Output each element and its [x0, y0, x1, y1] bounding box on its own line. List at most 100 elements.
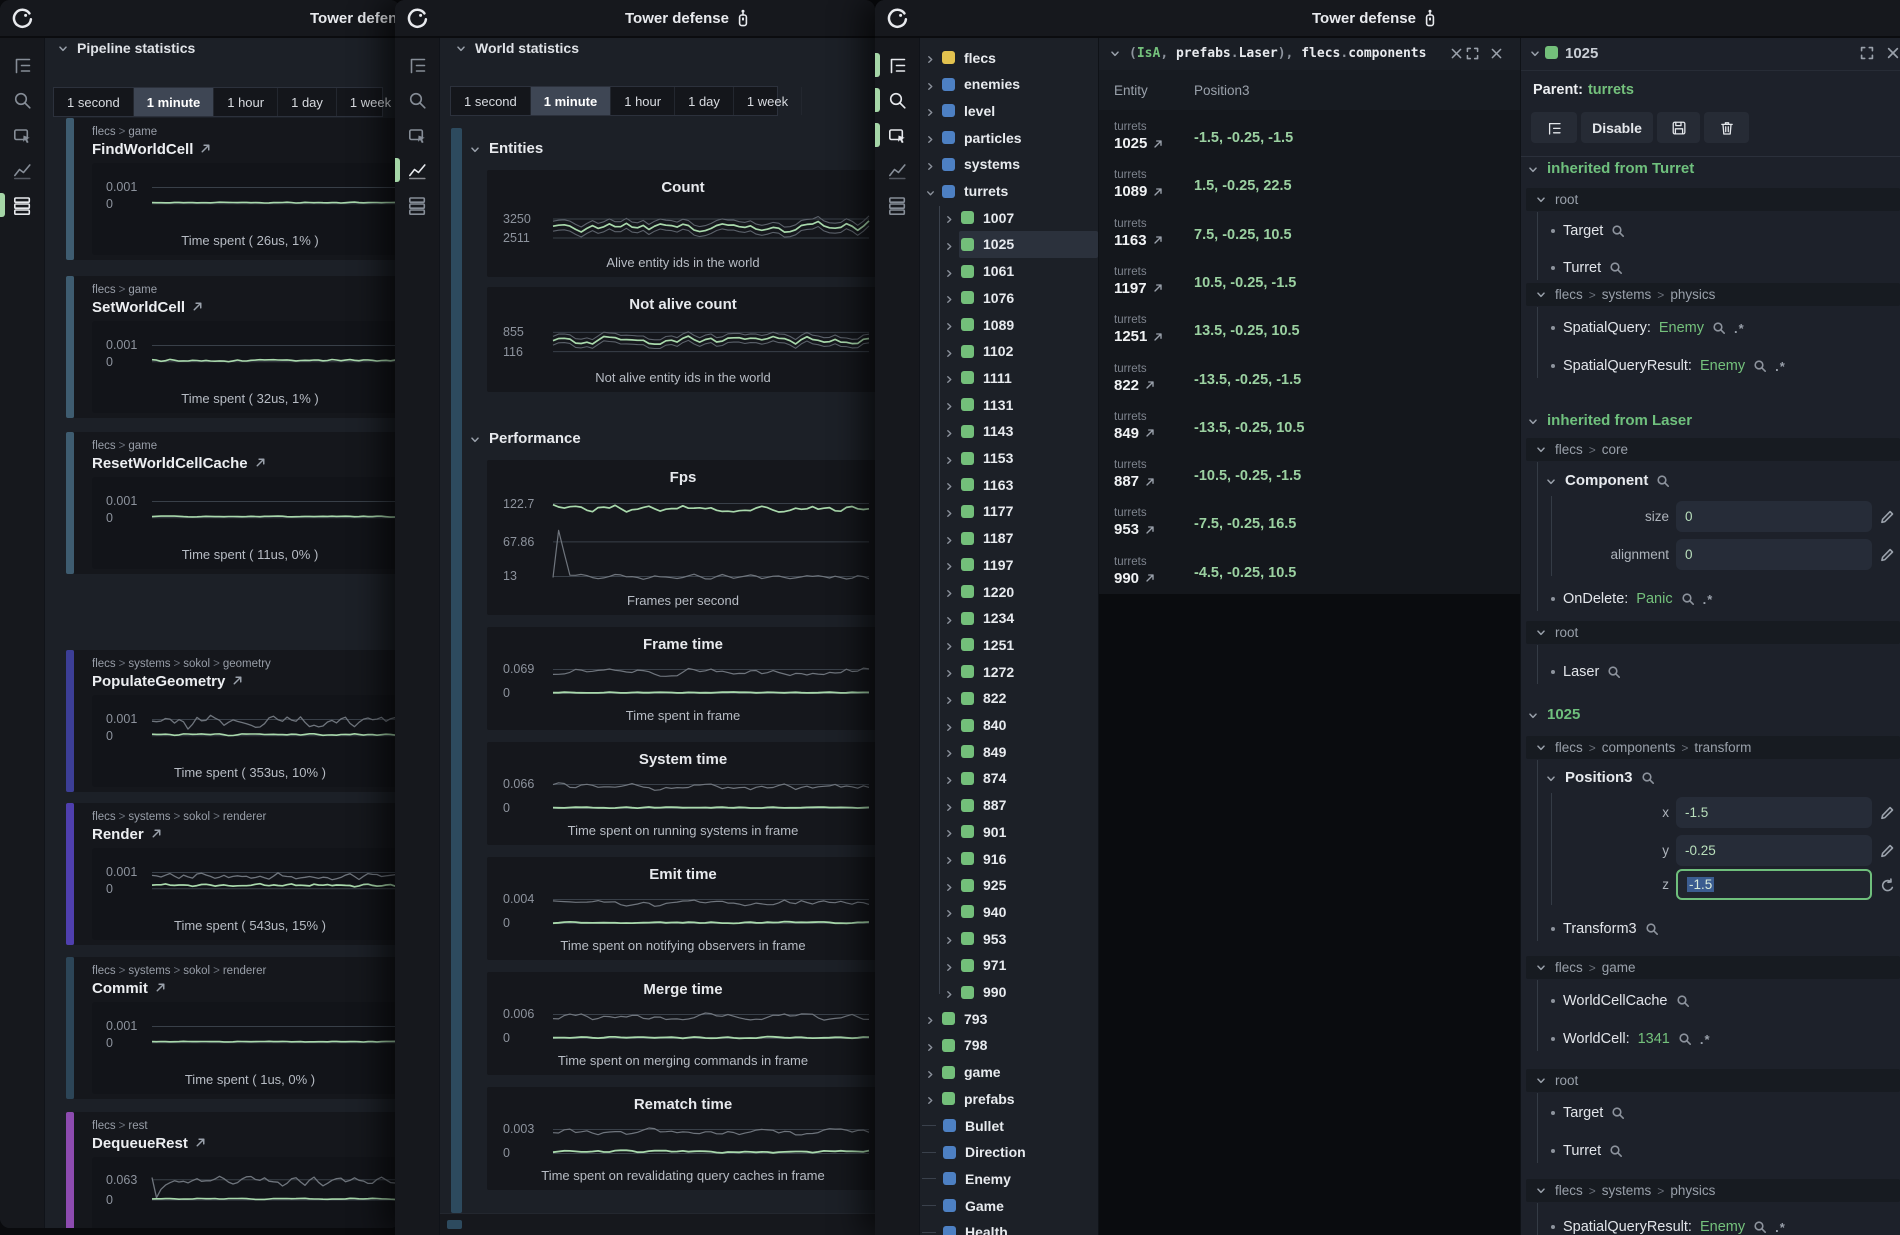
external-link-icon[interactable] — [1144, 379, 1156, 391]
chevron-right-icon[interactable] — [944, 693, 955, 704]
tree-row-Direction[interactable]: Direction — [919, 1139, 1098, 1166]
tree-row-1061[interactable]: 1061 — [919, 258, 1098, 285]
tree-row-887[interactable]: 887 — [919, 792, 1098, 819]
chevron-right-icon[interactable] — [925, 1093, 936, 1104]
external-link-icon[interactable] — [1144, 572, 1156, 584]
tab-1-second[interactable]: 1 second — [54, 88, 134, 116]
delete-button[interactable] — [1704, 112, 1749, 143]
entity-link[interactable]: 1251 — [1114, 328, 1164, 345]
search-icon[interactable] — [887, 90, 907, 110]
search-lookup-icon[interactable] — [1678, 1032, 1692, 1046]
tree-row-925[interactable]: 925 — [919, 872, 1098, 899]
tree-row-1197[interactable]: 1197 — [919, 551, 1098, 578]
tree-row-1025[interactable]: 1025 — [919, 231, 1098, 258]
open-chart-link-icon[interactable] — [154, 981, 167, 997]
tree-row-Bullet[interactable]: Bullet — [919, 1112, 1098, 1139]
edit-pencil-icon[interactable] — [1879, 547, 1894, 562]
tab-1-second[interactable]: 1 second — [451, 87, 531, 115]
component-path-bar[interactable]: flecs>systems>physics — [1526, 1179, 1900, 1202]
chevron-right-icon[interactable] — [925, 1040, 936, 1051]
chevron-right-icon[interactable] — [944, 880, 955, 891]
inspect-icon[interactable] — [407, 125, 427, 145]
external-link-icon[interactable] — [1144, 524, 1156, 536]
fullscreen-icon[interactable] — [1859, 45, 1875, 61]
chart-icon[interactable] — [12, 160, 32, 180]
search-lookup-icon[interactable] — [1753, 359, 1767, 373]
close-icon[interactable] — [1489, 46, 1504, 61]
chevron-right-icon[interactable] — [944, 853, 955, 864]
entity-link[interactable]: 990 — [1114, 570, 1156, 587]
component-target-link[interactable]: Panic — [1636, 591, 1672, 607]
tree-row-1143[interactable]: 1143 — [919, 418, 1098, 445]
inspect-icon[interactable] — [887, 125, 907, 145]
tree-row-1234[interactable]: 1234 — [919, 605, 1098, 632]
inspect-icon[interactable] — [12, 125, 32, 145]
tree-row-990[interactable]: 990 — [919, 979, 1098, 1006]
tree-row-prefabs[interactable]: prefabs — [919, 1085, 1098, 1112]
external-link-icon[interactable] — [1144, 427, 1156, 439]
tree-row-flecs[interactable]: flecs — [919, 44, 1098, 71]
external-link-icon[interactable] — [1152, 186, 1164, 198]
component-path-bar[interactable]: flecs>core — [1526, 438, 1900, 461]
component-path-bar[interactable]: flecs>components>transform — [1526, 736, 1900, 759]
tree-row-793[interactable]: 793 — [919, 1005, 1098, 1032]
tab-1-hour[interactable]: 1 hour — [611, 87, 675, 115]
tree-icon[interactable] — [407, 55, 427, 75]
chevron-right-icon[interactable] — [944, 212, 955, 223]
tree-row-1007[interactable]: 1007 — [919, 204, 1098, 231]
chevron-right-icon[interactable] — [944, 960, 955, 971]
component-path-bar[interactable]: flecs>game — [1526, 956, 1900, 979]
chart-icon[interactable] — [407, 160, 427, 180]
tree-row-1131[interactable]: 1131 — [919, 391, 1098, 418]
component-target-link[interactable]: 1341 — [1638, 1031, 1670, 1047]
query-expression[interactable]: (IsA, prefabs.Laser), flecs.components — [1129, 46, 1426, 61]
open-chart-link-icon[interactable] — [231, 674, 244, 690]
component-path-bar[interactable]: root — [1526, 1069, 1900, 1092]
chevron-right-icon[interactable] — [944, 720, 955, 731]
chevron-right-icon[interactable] — [944, 319, 955, 330]
chevron-right-icon[interactable] — [944, 426, 955, 437]
search-lookup-icon[interactable] — [1609, 261, 1623, 275]
external-link-icon[interactable] — [1152, 138, 1164, 150]
chevron-right-icon[interactable] — [944, 666, 955, 677]
chevron-right-icon[interactable] — [944, 933, 955, 944]
chevron-right-icon[interactable] — [925, 79, 936, 90]
stats-icon[interactable] — [887, 195, 907, 215]
search-lookup-icon[interactable] — [1641, 771, 1655, 785]
chevron-right-icon[interactable] — [925, 132, 936, 143]
search-lookup-icon[interactable] — [1645, 922, 1659, 936]
tree-row-1111[interactable]: 1111 — [919, 364, 1098, 391]
titlebar[interactable]: Tower defense — [0, 0, 400, 38]
chevron-right-icon[interactable] — [944, 613, 955, 624]
chevron-right-icon[interactable] — [944, 826, 955, 837]
search-lookup-icon[interactable] — [1607, 665, 1621, 679]
edit-pencil-icon[interactable] — [1879, 843, 1894, 858]
parent-link[interactable]: turrets — [1588, 82, 1634, 98]
tab-1-minute[interactable]: 1 minute — [134, 88, 214, 116]
chevron-down-icon[interactable] — [1529, 47, 1541, 59]
tree-row-1187[interactable]: 1187 — [919, 525, 1098, 552]
tree-row-level[interactable]: level — [919, 97, 1098, 124]
search-lookup-icon[interactable] — [1609, 1144, 1623, 1158]
component-expandable[interactable]: Position3 — [1545, 769, 1655, 786]
chevron-right-icon[interactable] — [944, 987, 955, 998]
undo-icon[interactable] — [1879, 877, 1894, 892]
tree-row-game[interactable]: game — [919, 1059, 1098, 1086]
component-path-bar[interactable]: flecs>systems>physics — [1526, 283, 1900, 306]
panel-header-pipeline-statistics[interactable]: Pipeline statistics — [57, 40, 195, 56]
chevron-right-icon[interactable] — [944, 639, 955, 650]
stats-icon[interactable] — [12, 195, 32, 215]
tab-1-week[interactable]: 1 week — [337, 88, 400, 116]
field-input-size[interactable]: 0 — [1676, 501, 1872, 532]
chevron-right-icon[interactable] — [944, 292, 955, 303]
chevron-right-icon[interactable] — [944, 479, 955, 490]
search-lookup-icon[interactable] — [1712, 321, 1726, 335]
save-button[interactable] — [1657, 112, 1700, 143]
chevron-right-icon[interactable] — [925, 159, 936, 170]
chevron-right-icon[interactable] — [925, 1067, 936, 1078]
chevron-right-icon[interactable] — [944, 559, 955, 570]
fullscreen-icon[interactable] — [1465, 46, 1480, 61]
tree-row-798[interactable]: 798 — [919, 1032, 1098, 1059]
tree-row-turrets[interactable]: turrets — [919, 178, 1098, 205]
search-lookup-icon[interactable] — [1681, 592, 1695, 606]
